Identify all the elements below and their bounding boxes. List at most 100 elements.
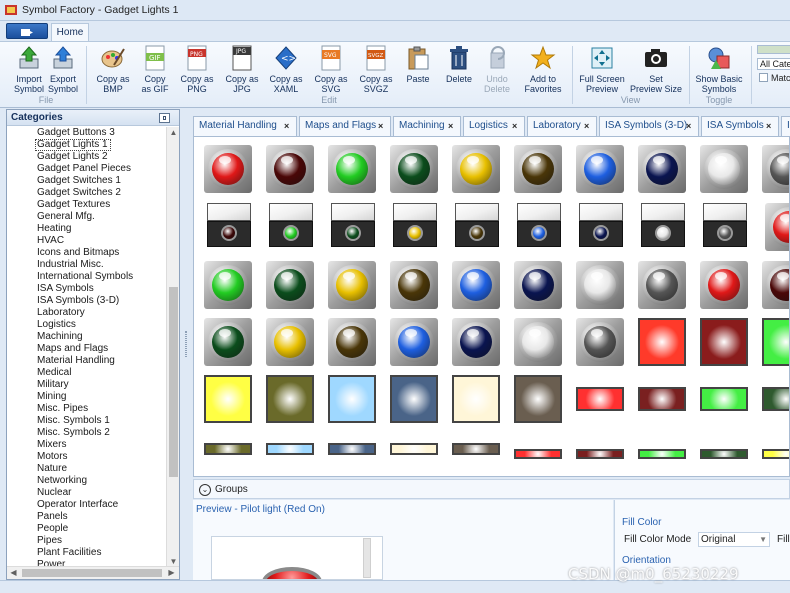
category-item[interactable]: Logistics (7, 319, 165, 331)
pilot-light-symbol[interactable] (576, 145, 626, 195)
category-item[interactable]: Misc. Pipes (7, 403, 165, 415)
square-light-symbol[interactable] (204, 375, 254, 425)
pilot-light-symbol[interactable] (638, 261, 688, 311)
category-item[interactable]: Misc. Symbols 1 (7, 415, 165, 427)
square-light-symbol[interactable] (638, 318, 688, 368)
indicator-tower-symbol[interactable] (641, 203, 691, 253)
pilot-light-symbol[interactable] (266, 318, 316, 368)
category-item[interactable]: ISA Symbols (7, 283, 165, 295)
full-screen-preview-button[interactable]: Full Screen Preview (578, 45, 626, 94)
scroll-thumb-horizontal[interactable] (22, 569, 162, 577)
pilot-light-symbol[interactable] (204, 318, 254, 368)
square-light-symbol[interactable] (390, 375, 440, 425)
pilot-light-symbol[interactable] (390, 261, 440, 311)
pilot-light-symbol[interactable] (514, 318, 564, 368)
category-item[interactable]: Military (7, 379, 165, 391)
category-item[interactable]: Motors (7, 451, 165, 463)
category-item[interactable]: ISA Symbols (3-D) (7, 295, 165, 307)
indicator-tower-symbol[interactable] (579, 203, 629, 253)
preview-scrollbar[interactable] (363, 538, 371, 578)
pilot-light-symbol[interactable] (700, 261, 750, 311)
pilot-light-symbol[interactable] (576, 318, 626, 368)
rect-light-symbol[interactable] (762, 387, 789, 413)
category-item[interactable]: Laboratory (7, 307, 165, 319)
document-tab[interactable]: ISA Symbols × (701, 116, 779, 136)
category-item[interactable]: Material Handling (7, 355, 165, 367)
category-item[interactable]: Gadget Switches 2 (7, 187, 165, 199)
category-item[interactable]: Industrial Misc. (7, 259, 165, 271)
export-symbol-button[interactable]: Export Symbol (46, 45, 80, 94)
category-item[interactable]: Nuclear (7, 487, 165, 499)
indicator-tower-symbol[interactable] (331, 203, 381, 253)
pin-panel-button[interactable] (159, 113, 170, 123)
set-preview-size-button[interactable]: Set Preview Size (629, 45, 683, 94)
pilot-light-symbol[interactable] (576, 261, 626, 311)
add-to-favorites-button[interactable]: Add to Favorites (521, 45, 565, 94)
document-tab[interactable]: Laboratory × (527, 116, 597, 136)
thin-light-symbol[interactable] (700, 449, 750, 461)
category-item[interactable]: Gadget Switches 1 (7, 175, 165, 187)
indicator-tower-symbol[interactable] (269, 203, 319, 253)
close-tab-icon[interactable]: × (686, 122, 695, 131)
category-item[interactable]: Operator Interface (7, 499, 165, 511)
scroll-up-icon[interactable]: ▲ (169, 128, 178, 137)
groups-bar[interactable]: ⌄ Groups (193, 479, 790, 499)
indicator-tower-symbol[interactable] (517, 203, 567, 253)
category-item[interactable]: Icons and Bitmaps (7, 247, 165, 259)
category-item[interactable]: Gadget Buttons 3 (7, 127, 165, 139)
thin-light-symbol[interactable] (576, 449, 626, 461)
square-light-symbol[interactable] (762, 318, 789, 368)
indicator-tower-symbol[interactable] (703, 203, 753, 253)
square-light-symbol[interactable] (452, 375, 502, 425)
pilot-light-symbol[interactable] (266, 261, 316, 311)
category-item[interactable]: Gadget Lights 1 (35, 139, 111, 151)
match-checkbox[interactable] (759, 73, 768, 82)
pilot-light-symbol[interactable] (452, 145, 502, 195)
bar-light-symbol[interactable] (452, 443, 502, 457)
pilot-light-symbol[interactable] (204, 145, 254, 195)
import-symbol-button[interactable]: Import Symbol (12, 45, 46, 94)
category-item[interactable]: Plant Facilities (7, 547, 165, 559)
category-item[interactable]: Gadget Textures (7, 199, 165, 211)
category-item[interactable]: International Symbols (7, 271, 165, 283)
tab-home[interactable]: Home (51, 23, 89, 42)
category-item[interactable]: Machining (7, 331, 165, 343)
close-tab-icon[interactable]: × (512, 122, 521, 131)
copy-as-png-button[interactable]: PNG Copy as PNG (179, 45, 215, 94)
delete-button[interactable]: Delete (442, 45, 476, 84)
thin-light-symbol[interactable] (762, 449, 789, 461)
document-tab[interactable]: Material Handling × (193, 116, 297, 136)
scroll-thumb[interactable] (169, 287, 178, 477)
pilot-light-symbol[interactable] (765, 203, 789, 253)
scroll-right-icon[interactable]: ▶ (167, 568, 176, 578)
thin-light-symbol[interactable] (638, 449, 688, 461)
category-item[interactable]: Mining (7, 391, 165, 403)
close-tab-icon[interactable]: × (284, 122, 293, 131)
pilot-light-symbol[interactable] (452, 318, 502, 368)
pilot-light-symbol[interactable] (700, 145, 750, 195)
category-item[interactable]: Pipes (7, 535, 165, 547)
category-item[interactable]: Gadget Panel Pieces (7, 163, 165, 175)
pilot-light-symbol[interactable] (328, 318, 378, 368)
bar-light-symbol[interactable] (266, 443, 316, 457)
pilot-light-symbol[interactable] (266, 145, 316, 195)
square-light-symbol[interactable] (700, 318, 750, 368)
pilot-light-symbol[interactable] (204, 261, 254, 311)
categories-horizontal-scrollbar[interactable]: ◀ ▶ (7, 566, 179, 579)
bar-light-symbol[interactable] (328, 443, 378, 457)
fill-color-mode-select[interactable]: Original ▼ (698, 532, 770, 547)
undo-delete-button[interactable]: Undo Delete (480, 45, 514, 94)
square-light-symbol[interactable] (328, 375, 378, 425)
category-item[interactable]: Panels (7, 511, 165, 523)
category-item[interactable]: Heating (7, 223, 165, 235)
pilot-light-symbol[interactable] (762, 145, 789, 195)
scroll-left-icon[interactable]: ◀ (9, 568, 18, 578)
pilot-light-symbol[interactable] (514, 145, 564, 195)
rect-light-symbol[interactable] (576, 387, 626, 413)
app-menu-button[interactable] (6, 23, 48, 39)
paste-button[interactable]: Paste (401, 45, 435, 84)
chevron-down-icon[interactable]: ⌄ (199, 484, 211, 496)
category-filter-dropdown[interactable]: All Cate (757, 58, 790, 70)
document-tab[interactable]: Machining × (393, 116, 461, 136)
show-basic-symbols-button[interactable]: Show Basic Symbols (694, 45, 744, 94)
